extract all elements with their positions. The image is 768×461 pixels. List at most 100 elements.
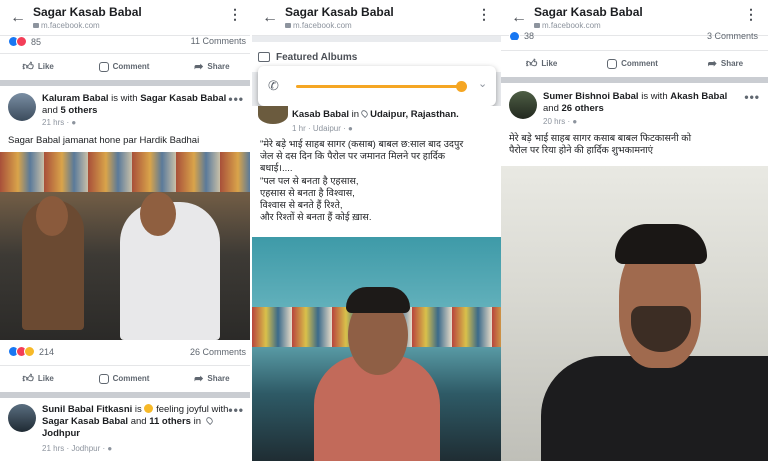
others-link[interactable]: 5 others [61,105,98,116]
avatar[interactable] [509,91,537,119]
share-icon: ➦ [707,58,717,70]
in-text: in [193,416,201,427]
comment-icon [607,58,618,69]
post-header: Kaluram Babal is with Sagar Kasab Babal … [42,93,232,117]
reaction-summary[interactable]: 38 [509,32,534,40]
location-text: Jodhpur [71,444,101,453]
reaction-summary[interactable]: 214 [8,346,54,357]
screenshot-panel-3: ← Sagar Kasab Babal m.facebook.com ⋮ 38 … [501,0,768,461]
back-arrow-icon[interactable]: ← [511,10,527,26]
more-icon[interactable]: ⋮ [477,7,491,21]
page-title: Sagar Kasab Babal [33,5,142,19]
author-name[interactable]: Sunil Babal Fitkasni [42,404,132,415]
smile-emoji-icon [144,404,154,413]
reaction-count: 85 [31,36,42,47]
comment-icon [98,61,109,72]
lock-icon [285,23,291,28]
comment-count[interactable]: 26 Comments [190,347,246,357]
post-text-line: एहसास से बनता है विश्वास, [260,187,355,199]
call-volume-popup: ✆ ⌄ [258,66,496,106]
like-label: Like [37,62,54,71]
comment-button[interactable]: Comment [607,58,658,69]
photo-face-left [36,196,68,236]
photo-shirt [541,356,768,461]
more-icon[interactable]: ••• [744,90,760,104]
tagged-user[interactable]: Sagar Kasab Babal [42,416,128,427]
location-text: Udaipur [312,124,341,133]
feeling-text: feeling joyful [156,404,209,415]
post-text-line: विश्वास से बनते हैं रिश्ते, [260,200,343,212]
volume-slider-thumb[interactable] [456,81,467,92]
comment-label: Comment [112,62,150,71]
page-url: m.facebook.com [33,21,100,30]
post-text: Sagar Babal jamanat hone par Hardik Badh… [8,135,200,146]
like-icon: 👍︎ [525,58,538,70]
like-label: Like [541,59,558,68]
reaction-summary[interactable]: 85 [8,36,41,47]
author-name[interactable]: Kasab Babal [292,109,349,120]
post-time[interactable]: 20 hrs · ● [543,117,577,126]
divider [0,392,252,398]
is-with-text: is with [111,93,138,104]
page-url: m.facebook.com [285,21,352,30]
like-button[interactable]: 👍︎ Like [526,57,558,70]
browser-header: ← Sagar Kasab Babal m.facebook.com ⋮ [252,0,501,36]
photo-hair [346,287,410,313]
location-pin-icon [360,108,370,119]
volume-slider[interactable] [296,85,462,88]
globe-icon: ● [71,118,77,127]
place-link[interactable]: Jodhpur [42,428,80,439]
lock-icon [33,23,39,28]
author-name[interactable]: Kaluram Babal [42,93,109,104]
more-icon[interactable]: ••• [228,403,244,417]
is-with-text: is with [641,91,668,102]
avatar[interactable] [258,106,288,124]
comment-count[interactable]: 3 Comments [707,31,758,40]
with-text: with [211,404,229,415]
photo-background-cloth [0,152,252,192]
chevron-down-icon[interactable]: ⌄ [478,77,487,90]
tagged-user[interactable]: Akash Babal [670,91,727,102]
comment-count[interactable]: 11 Comments [191,36,246,46]
tagged-user[interactable]: Sagar Kasab Babal [140,93,226,104]
comment-label: Comment [621,59,658,68]
and-text: and [42,105,58,116]
comment-button[interactable]: Comment [98,373,149,384]
featured-albums-label: Featured Albums [276,52,358,63]
page-title: Sagar Kasab Babal [285,5,394,19]
place-link[interactable]: Udaipur, Rajasthan. [370,109,459,120]
avatar[interactable] [8,93,36,121]
more-icon[interactable]: ⋮ [228,7,242,21]
post-time[interactable]: 21 hrs · Jodhpur · ● [42,444,112,453]
post-header: Sunil Babal Fitkasni is feeling joyful w… [42,404,242,440]
lock-icon [534,23,540,28]
comment-button[interactable]: Comment [98,61,150,72]
post-photo[interactable] [0,152,252,340]
post-text-line: मेरे बड़े भाई साहब सागर कसाब बाबल फिटकास… [509,133,692,144]
post-time[interactable]: 1 hr · Udaipur · ● [292,124,353,133]
others-link[interactable]: 26 others [562,103,604,114]
more-icon[interactable]: ⋮ [744,7,758,21]
post-text-line: जेल से दस दिन कि पैरोल पर जमानत मिलने पर… [260,151,446,163]
others-link[interactable]: 11 others [149,416,191,427]
back-arrow-icon[interactable]: ← [262,10,278,26]
share-button[interactable]: ➦ Share [194,372,229,385]
time-text: 20 hrs [543,117,566,126]
divider [501,77,768,83]
back-arrow-icon[interactable]: ← [10,10,26,26]
post-photo[interactable] [501,166,768,461]
author-name[interactable]: Sumer Bishnoi Babal [543,91,639,102]
avatar[interactable] [8,404,36,432]
more-icon[interactable]: ••• [228,92,244,106]
share-button[interactable]: ➦ Share [194,60,229,73]
post-text-line: "मेरे बड़े भाई साहब सागर (कसाब) बाबल छ:स… [260,139,464,150]
action-bar: 👍︎ Like Comment ➦ Share [0,365,252,391]
screenshot-panel-1: ← Sagar Kasab Babal m.facebook.com ⋮ 85 … [0,0,252,461]
post-text-line: और रिश्तों से बनता हैं कोई ख़ास. [260,212,372,224]
post-photo[interactable] [252,237,501,461]
like-button[interactable]: 👍︎ Like [22,60,54,73]
post-time[interactable]: 21 hrs · ● [42,118,76,127]
share-button[interactable]: ➦ Share [708,57,743,70]
like-button[interactable]: 👍︎ Like [22,372,54,385]
comment-icon [98,373,109,384]
